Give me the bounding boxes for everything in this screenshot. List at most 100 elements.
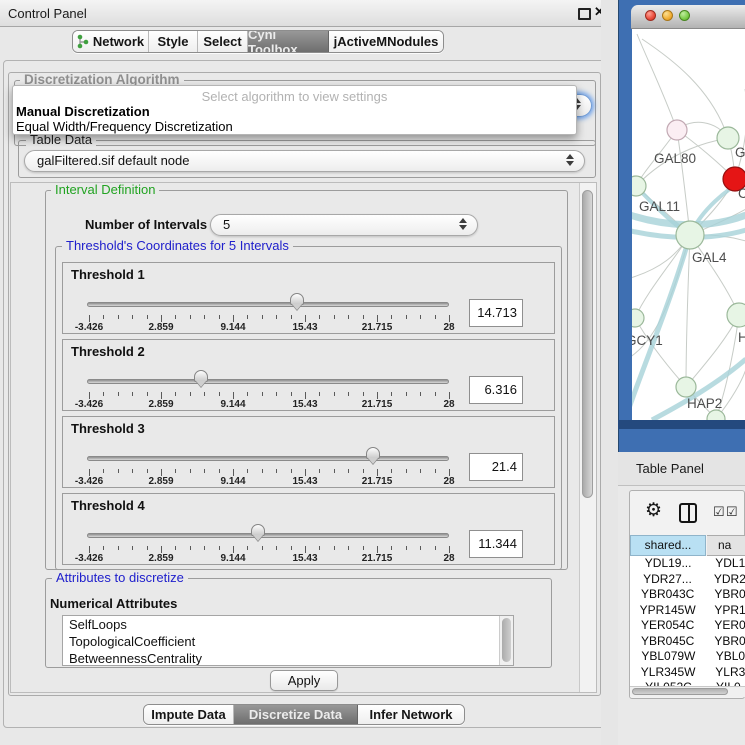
network-graph: GAL80GAGAL11CGAL4GCY1HHAP2 [632,29,745,420]
tab-jactivemnodules[interactable]: jActiveMNodules [329,31,443,52]
cell-shared-name: YDR27... [630,572,705,588]
checkbox-icon-1[interactable]: ☑ [713,504,725,520]
network-node[interactable] [676,221,704,249]
tab-label: Cyni Toolbox [248,30,328,53]
table-row[interactable]: YDL19...YDL1 [630,556,745,572]
panel-divider[interactable] [601,0,618,745]
threshold-value-field[interactable]: 11.344 [469,530,523,558]
threshold-value-field[interactable]: 14.713 [469,299,523,327]
split-columns-icon[interactable] [679,503,697,523]
cell-name: YBL0 [707,649,745,665]
tab-impute-data[interactable]: Impute Data [144,705,234,724]
slider-thumb[interactable] [251,524,265,536]
dropdown-option-manual[interactable]: Manual Discretization [16,104,150,119]
zoom-window-icon[interactable] [679,10,690,21]
threshold-value-field[interactable]: 21.4 [469,453,523,481]
column-header-shared[interactable]: shared... [630,535,706,556]
slider-tick [391,546,392,550]
slider-tick [118,392,119,396]
network-node-label: H [738,330,745,345]
tab-infer-network[interactable]: Infer Network [358,705,464,724]
slider-tick [363,392,364,396]
slider-track[interactable] [87,533,449,538]
slider-tick [377,546,378,553]
table-row[interactable]: YPR145WYPR1 [630,603,745,619]
network-edge [686,315,739,387]
slider-thumb[interactable] [290,293,304,305]
table-panel-title: Table Panel [636,461,704,476]
table-row[interactable]: YBR045CYBR0 [630,634,745,650]
float-window-icon[interactable] [578,8,591,20]
horizontal-scrollbar-thumb[interactable] [632,688,728,695]
checkbox-icon-2[interactable]: ☑ [726,504,738,520]
close-window-icon[interactable] [645,10,656,21]
slider-tick [262,315,263,319]
slider-track[interactable] [87,456,449,461]
tab-select[interactable]: Select [198,31,248,52]
attribute-list-item[interactable]: BetweennessCentrality [63,650,513,666]
slider-tick [420,315,421,319]
column-header-name[interactable]: na [707,535,745,556]
tab-discretize-data[interactable]: Discretize Data [234,705,358,724]
panel-title: Control Panel [8,6,87,21]
slider-tick-label: 9.144 [220,553,245,564]
apply-button[interactable]: Apply [270,670,338,691]
vertical-scrollbar-thumb[interactable] [582,190,593,498]
slider-tick [103,392,104,396]
slider-tick [175,469,176,473]
attributes-scrollbar-thumb[interactable] [502,618,511,662]
network-node[interactable] [676,377,696,397]
slider-tick [291,392,292,396]
top-tab-bar: Network Style Select Cyni Toolbox jActiv… [72,30,444,53]
slider-tick [219,546,220,550]
slider-tick [262,469,263,473]
gear-icon[interactable]: ⚙ [645,500,662,522]
table-data-combobox[interactable]: galFiltered.sif default node [24,150,585,172]
slider-tick [319,546,320,550]
slider-tick [305,315,306,322]
cell-shared-name: YLR345W [630,665,706,681]
table-row[interactable]: YBL079WYBL0 [630,649,745,665]
minimize-window-icon[interactable] [662,10,673,21]
table-row[interactable]: YDR27...YDR2 [630,572,745,588]
slider-tick [319,315,320,319]
threshold-value-field[interactable]: 6.316 [469,376,523,404]
network-node[interactable] [632,309,644,327]
slider-tick [449,469,450,476]
slider-tick [103,469,104,473]
cell-name: YER0 [705,618,745,634]
threshold-panel: Threshold 1-3.4262.8599.14415.4321.71528… [62,262,555,334]
tab-cyni-toolbox[interactable]: Cyni Toolbox [248,31,329,52]
table-row[interactable]: YER054CYER0 [630,618,745,634]
slider-tick [147,315,148,319]
slider-tick-label: 9.144 [220,399,245,410]
slider-tick-label: -3.426 [75,399,103,410]
network-canvas[interactable]: GAL80GAGAL11CGAL4GCY1HHAP2 [632,29,745,420]
tab-network[interactable]: Network [73,31,149,52]
attributes-list-scrollbar[interactable] [499,616,513,665]
tab-style[interactable]: Style [149,31,198,52]
slider-tick [406,546,407,550]
dropdown-option-equal-width[interactable]: Equal Width/Frequency Discretization [16,119,233,134]
slider-tick [233,315,234,322]
slider-tick [233,392,234,399]
slider-tick [276,315,277,319]
slider-tick [435,392,436,396]
slider-thumb[interactable] [194,370,208,382]
numerical-attributes-label: Numerical Attributes [50,596,177,611]
network-node[interactable] [632,176,646,196]
slider-track[interactable] [87,302,449,307]
slider-track[interactable] [87,379,449,384]
table-row[interactable]: YLR345WYLR3 [630,665,745,681]
table-row[interactable]: YBR043CYBR0 [630,587,745,603]
cell-name: YBR0 [705,587,745,603]
horizontal-scrollbar[interactable] [630,686,745,697]
attributes-list[interactable]: SelfLoopsTopologicalCoefficientBetweenne… [62,615,514,666]
network-node[interactable] [667,120,687,140]
network-edge [686,235,690,387]
attribute-list-item[interactable]: TopologicalCoefficient [63,633,513,650]
number-of-intervals-combobox[interactable]: 5 [210,214,478,236]
network-node[interactable] [727,303,745,327]
slider-thumb[interactable] [366,447,380,459]
attribute-list-item[interactable]: SelfLoops [63,616,513,633]
